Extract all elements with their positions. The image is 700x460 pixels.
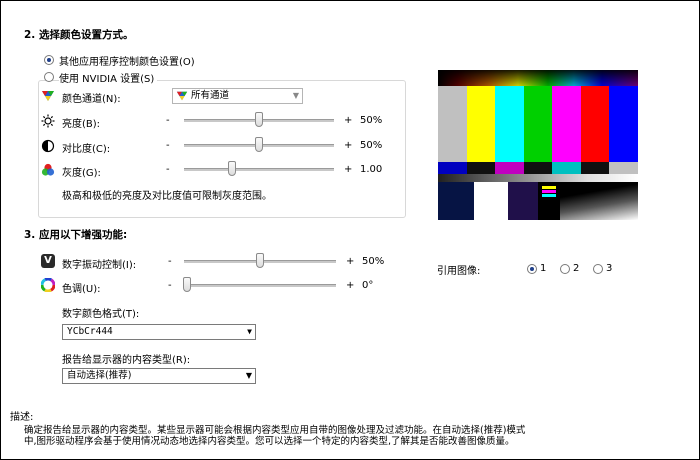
contrast-label: 对比度(C): [62,144,111,155]
color-channel-icon [42,91,54,101]
content-type-value: 自动选择(推荐) [67,370,132,381]
hue-value: 0° [362,280,374,291]
color-channel-select[interactable]: 所有通道 ▼ [172,88,303,104]
color-channel-value: 所有通道 [191,90,230,101]
vibrance-slider-thumb[interactable] [256,253,264,268]
reference-radio-2[interactable] [560,264,570,274]
vibrance-label: 数字振动控制(I): [62,260,137,271]
hue-minus: - [168,280,172,291]
chevron-down-icon: ▼ [247,327,252,336]
reference-radio-3[interactable] [593,264,603,274]
vibrance-minus: - [168,256,172,267]
color-bars-preview [438,70,638,220]
content-type-select[interactable]: 自动选择(推荐) ▼ [62,368,256,384]
brightness-plus: + [344,115,353,126]
radio-nvidia-settings-label[interactable]: 使用 NVIDIA 设置(S) [59,70,158,85]
color-bar [466,86,496,162]
preview-color-bars [438,86,638,162]
contrast-icon [41,139,55,153]
gamma-minus: - [166,164,170,175]
reference-radio-1[interactable] [527,264,537,274]
color-bar [580,86,610,162]
section-2-title: 2. 选择颜色设置方式。 [24,29,134,41]
radio-other-apps-label[interactable]: 其他应用程序控制颜色设置(O) [59,53,195,68]
color-bar [438,86,467,162]
radio-other-apps[interactable] [44,55,54,65]
color-bar [552,86,581,162]
gamma-range-note: 极高和极低的亮度及对比度值可限制灰度范围。 [62,191,272,202]
preview-gray-ramp [438,174,638,182]
gamma-value: 1.00 [360,164,383,175]
contrast-plus: + [344,140,353,151]
gamma-plus: + [344,164,353,175]
hue-slider-thumb[interactable] [183,277,192,292]
preview-reverse-bars [438,162,638,174]
color-bar [609,86,638,162]
brightness-minus: - [166,115,170,126]
all-channels-icon [176,91,188,101]
color-bar [523,86,553,162]
reference-image-label: 引用图像: [437,266,481,277]
vibrance-plus: + [346,256,355,267]
gamma-icon [41,163,55,176]
hue-icon [41,278,55,292]
contrast-minus: - [166,140,170,151]
brightness-value: 50% [360,115,383,126]
vibrance-value: 50% [362,256,385,267]
color-channel-label: 颜色通道(N): [62,94,121,105]
color-format-select[interactable]: YCbCr444 ▼ [62,324,256,340]
hue-slider-track[interactable] [184,284,336,287]
vibrance-icon: V [41,254,55,268]
hue-label: 色调(U): [62,284,101,295]
reference-radio-2-label[interactable]: 2 [573,263,579,274]
radio-nvidia-settings[interactable] [44,72,54,82]
gamma-label: 灰度(G): [62,168,101,179]
brightness-slider-thumb[interactable] [255,112,263,127]
reference-radio-1-label[interactable]: 1 [540,263,546,274]
brightness-icon [41,114,55,128]
gamma-slider-track[interactable] [184,168,334,171]
color-format-label: 数字颜色格式(T): [62,309,140,320]
content-type-label: 报告给显示器的内容类型(R): [62,355,191,366]
description-title: 描述: [10,412,34,423]
color-bar [495,86,524,162]
gamma-slider-thumb[interactable] [228,161,236,176]
section-3-title: 3. 应用以下增强功能: [24,229,128,241]
hue-plus: + [346,280,355,291]
contrast-value: 50% [360,140,383,151]
color-format-value: YCbCr444 [67,326,113,337]
description-line-2: 中,图形驱动程序会基于使用情况动态地选择内容类型。您可以选择一个特定的内容类型,… [24,436,515,447]
contrast-slider-thumb[interactable] [255,137,263,152]
chevron-down-icon: ▼ [245,371,252,380]
chevron-down-icon: ▼ [292,91,299,100]
brightness-label: 亮度(B): [62,119,101,130]
reference-radio-3-label[interactable]: 3 [606,263,612,274]
